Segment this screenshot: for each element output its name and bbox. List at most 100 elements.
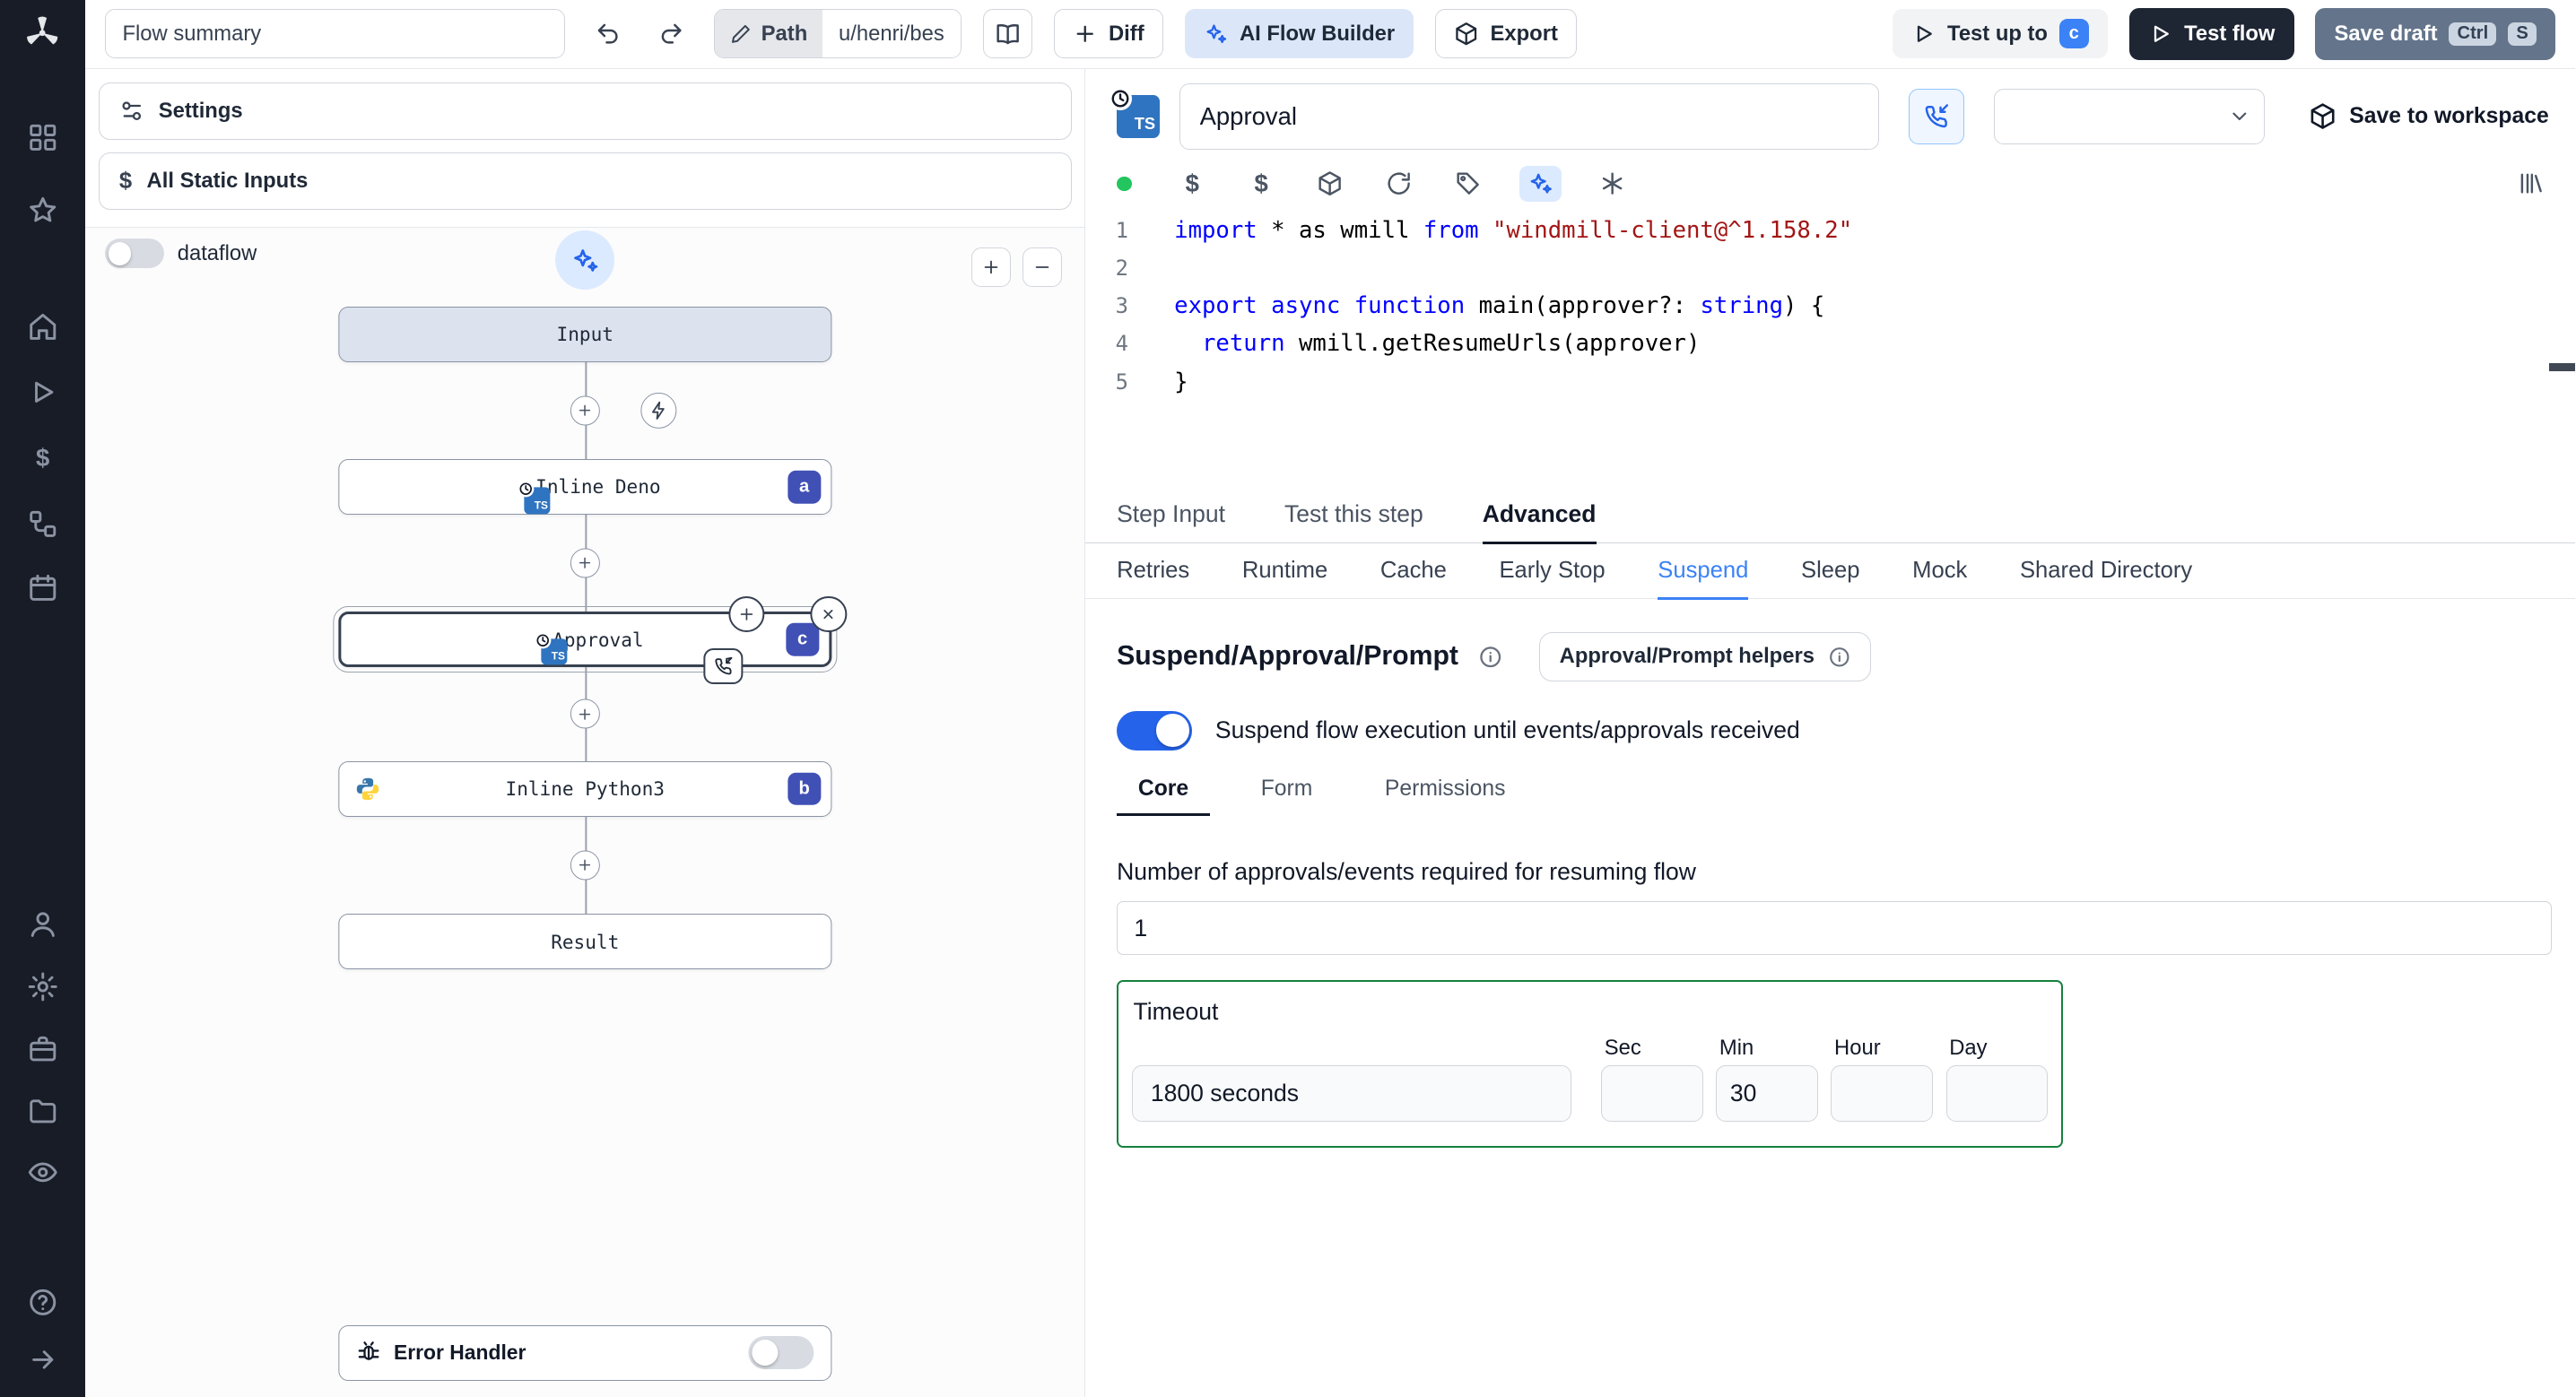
zoom-in-button[interactable] [970,247,1011,287]
flow-settings-button[interactable]: Settings [98,82,1072,140]
suspend-subtabs: Core Form Permissions [1117,777,2549,816]
sidebar-runs-button[interactable] [20,369,65,415]
add-step-button[interactable] [570,395,600,426]
sidebar-help-button[interactable] [20,1279,65,1324]
subtab-form[interactable]: Form [1240,777,1334,816]
line-number: 3 [1115,293,1128,319]
format-button[interactable] [1595,166,1631,202]
kbd-s: S [2508,22,2537,47]
tab-cache[interactable]: Cache [1380,543,1447,600]
reload-button[interactable] [1381,166,1417,202]
timeout-min-input[interactable] [1716,1065,1818,1122]
sidebar-flows-button[interactable] [20,500,65,546]
code-line[interactable]: 5} [1085,363,2575,401]
flow-node-result[interactable]: Result [338,913,831,970]
tab-sleep[interactable]: Sleep [1801,543,1860,600]
code-editor[interactable]: 1 import * as wmill from "windmill-client… [1085,205,2575,488]
diff-button[interactable]: Diff [1053,9,1163,59]
windmill-logo[interactable] [20,10,65,56]
sidebar-users-button[interactable] [20,901,65,947]
tab-advanced[interactable]: Advanced [1482,488,1597,544]
dollar-icon: $ [1185,169,1199,198]
ai-graph-builder-button[interactable] [555,230,615,291]
editor-scroll-marker[interactable] [2548,362,2575,371]
add-type-button[interactable] [1312,166,1348,202]
error-handler-toggle[interactable] [748,1336,814,1370]
flow-node-inline-python3[interactable]: Inline Python3 b [338,760,831,817]
subtab-core[interactable]: Core [1117,777,1210,816]
tab-suspend[interactable]: Suspend [1658,543,1749,601]
add-step-button[interactable] [570,850,600,881]
sidebar-variables-button[interactable]: $ [20,435,65,481]
path-value: u/henri/bes [822,10,962,58]
tab-test-this-step[interactable]: Test this step [1284,488,1423,544]
flow-summary-input[interactable] [105,9,565,59]
add-step-button[interactable] [570,548,600,578]
package-icon [2311,103,2335,130]
step-title-input[interactable] [1179,83,1879,150]
save-draft-button[interactable]: Save draft Ctrl S [2315,7,2556,61]
sidebar-audit-button[interactable] [20,1150,65,1195]
sidebar-workers-button[interactable] [20,1026,65,1072]
save-to-workspace-button[interactable]: Save to workspace [2309,102,2549,130]
flow-node-inline-deno[interactable]: TS Inline Deno a [338,458,831,516]
tab-retries[interactable]: Retries [1117,543,1189,600]
zoom-out-button[interactable] [1022,247,1062,287]
test-up-to-button[interactable]: Test up to c [1892,9,2108,59]
path-editor[interactable]: Path u/henri/bes [714,9,962,59]
ai-assistant-button[interactable] [1519,165,1562,203]
timeout-hour-input[interactable] [1831,1065,1933,1122]
test-flow-button[interactable]: Test flow [2128,7,2294,61]
sidebar-favorites-button[interactable] [20,187,65,233]
add-variable-button[interactable]: $ [1174,166,1210,202]
dataflow-toggle[interactable] [105,239,165,269]
code-line[interactable]: 2 [1085,249,2575,287]
timeout-sec-input[interactable] [1601,1065,1703,1122]
sidebar-settings-button[interactable] [20,964,65,1010]
error-handler[interactable]: Error Handler [338,1324,831,1381]
sidebar-schedules-button[interactable] [20,565,65,611]
flow-node-input[interactable]: Input [338,306,831,362]
code-text: import * as wmill from "windmill-client@… [1174,217,1853,245]
dollar-icon: $ [118,168,133,194]
redo-button[interactable] [650,13,693,56]
add-step-button[interactable] [570,698,600,729]
trigger-button[interactable] [640,392,677,429]
clock-overlay-icon [535,631,552,648]
connector [339,667,831,761]
undo-button[interactable] [587,13,630,56]
code-line[interactable]: 4 return wmill.getResumeUrls(approver) [1085,325,2575,362]
delete-step-button[interactable] [810,595,848,633]
tab-shared-directory[interactable]: Shared Directory [2020,543,2192,600]
suspend-phone-button[interactable] [1908,88,1964,145]
folder-icon [30,1099,57,1124]
subtab-permissions[interactable]: Permissions [1363,777,1527,816]
sidebar-grid-button[interactable] [20,115,65,161]
tab-mock[interactable]: Mock [1912,543,1967,600]
flow-node-approval[interactable]: TS Approval c [333,595,848,685]
ai-flow-builder-button[interactable]: AI Flow Builder [1184,9,1414,59]
insert-step-button[interactable] [728,595,765,633]
approval-prompt-helpers-button[interactable]: Approval/Prompt helpers [1538,631,1872,681]
static-inputs-button[interactable]: $ All Static Inputs [98,152,1072,211]
script-tag-select[interactable] [1993,88,2265,145]
assets-button[interactable] [1450,166,1486,202]
ts-label: TS [551,649,565,663]
tab-step-input[interactable]: Step Input [1117,488,1225,544]
code-line[interactable]: 1 import * as wmill from "windmill-client… [1085,212,2575,249]
timeout-day-input[interactable] [1945,1065,2049,1122]
sidebar-home-button[interactable] [20,304,65,350]
suspend-toggle[interactable] [1117,710,1193,751]
tab-early-stop[interactable]: Early Stop [1499,543,1605,600]
sidebar-folders-button[interactable] [20,1089,65,1134]
tab-runtime[interactable]: Runtime [1242,543,1327,600]
add-resource-button[interactable]: $ [1243,166,1279,202]
approvals-count-input[interactable] [1117,900,2553,956]
timeout-summary-input[interactable] [1131,1065,1572,1122]
code-text: return wmill.getResumeUrls(approver) [1202,330,1701,358]
export-button[interactable]: Export [1435,9,1578,59]
library-button[interactable] [2512,166,2548,202]
sidebar-expand-button[interactable] [20,1336,65,1382]
docs-button[interactable] [982,9,1032,59]
code-line[interactable]: 3 export async function main(approver?: s… [1085,287,2575,325]
